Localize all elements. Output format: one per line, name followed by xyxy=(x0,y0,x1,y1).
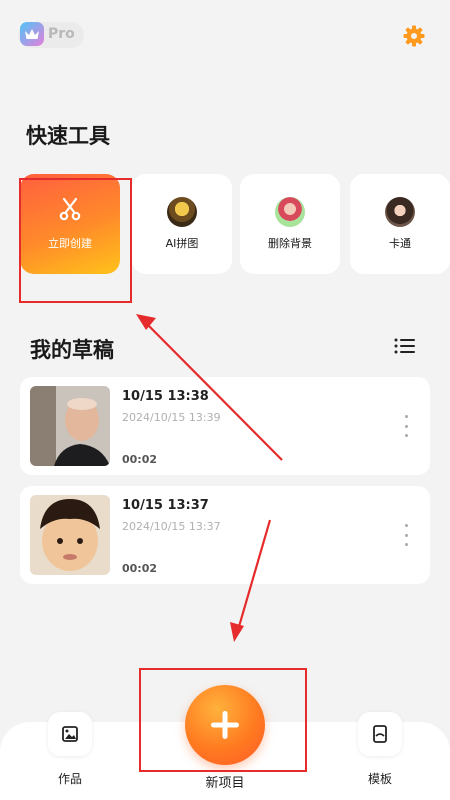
more-options-icon[interactable] xyxy=(396,524,416,546)
cartoon-tool[interactable]: 卡通 xyxy=(350,174,450,274)
more-options-icon[interactable] xyxy=(396,415,416,437)
highlight-box-new-project xyxy=(139,668,307,772)
list-view-icon[interactable] xyxy=(393,336,417,356)
draft-item[interactable]: 10/15 13:38 2024/10/15 13:39 00:02 xyxy=(20,377,430,475)
draft-name: 10/15 13:37 xyxy=(122,498,209,513)
app-header: Pro xyxy=(0,0,450,70)
draft-date: 2024/10/15 13:37 xyxy=(122,520,221,533)
pro-label: Pro xyxy=(48,26,75,42)
draft-duration: 00:02 xyxy=(122,453,158,466)
remove-background-thumbnail xyxy=(275,197,305,227)
crown-icon xyxy=(20,22,44,46)
nav-templates-label: 模板 xyxy=(367,772,392,786)
pro-badge[interactable]: Pro xyxy=(18,22,84,48)
draft-name: 10/15 13:38 xyxy=(122,389,209,404)
draft-item[interactable]: 10/15 13:37 2024/10/15 13:37 00:02 xyxy=(20,486,430,584)
cartoon-label: 卡通 xyxy=(389,237,411,250)
ai-collage-thumbnail xyxy=(167,197,197,227)
template-icon xyxy=(358,712,402,756)
remove-background-tool[interactable]: 删除背景 xyxy=(240,174,340,274)
ai-collage-tool[interactable]: AI拼图 xyxy=(132,174,232,274)
ai-collage-label: AI拼图 xyxy=(165,237,199,250)
nav-templates[interactable]: 模板 xyxy=(358,712,402,787)
gallery-icon xyxy=(48,712,92,756)
quick-tools-title: 快速工具 xyxy=(26,124,110,148)
draft-duration: 00:02 xyxy=(122,562,158,575)
remove-background-label: 删除背景 xyxy=(268,237,312,250)
draft-date: 2024/10/15 13:39 xyxy=(122,411,221,424)
draft-thumbnail xyxy=(30,495,110,575)
my-drafts-title: 我的草稿 xyxy=(30,338,114,362)
cartoon-thumbnail xyxy=(385,197,415,227)
gear-icon[interactable] xyxy=(402,24,426,48)
highlight-box-create xyxy=(19,178,132,303)
draft-thumbnail xyxy=(30,386,110,466)
